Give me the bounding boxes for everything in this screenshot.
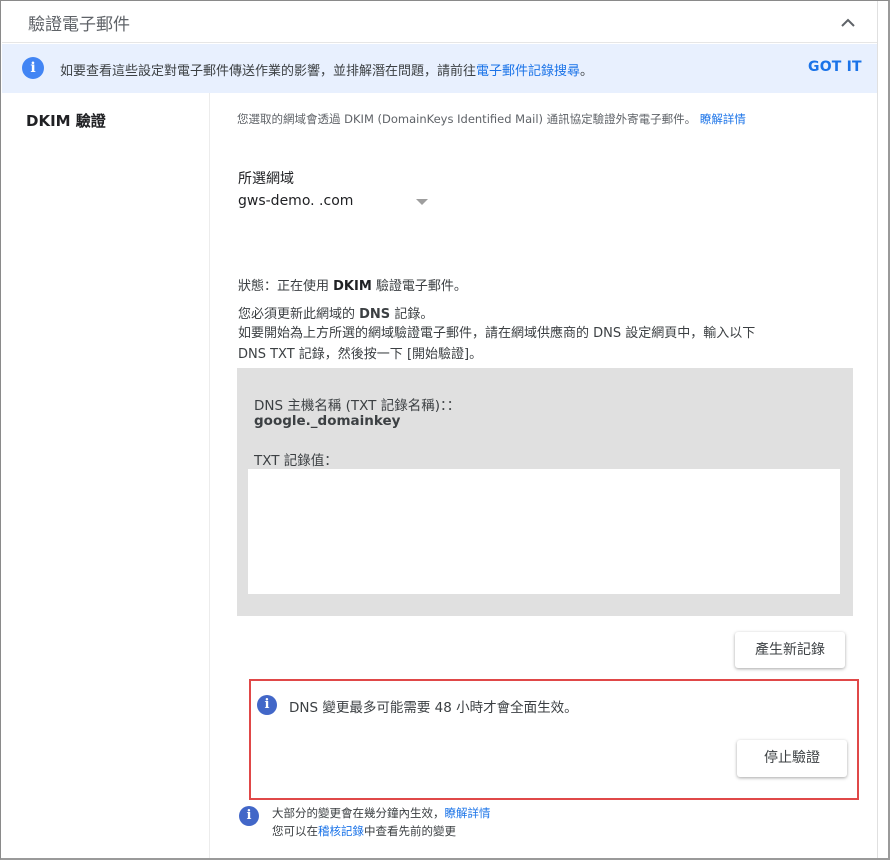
footer-line1-text: 大部分的變更會在幾分鐘內生效， [272, 806, 445, 820]
must-prefix: 您必須更新此網域的 [238, 307, 360, 322]
status-suffix: 驗證電子郵件。 [371, 279, 467, 294]
dns-notice-box: i DNS 變更最多可能需要 48 小時才會全面生效。 停止驗證 [249, 679, 859, 800]
info-icon: i [239, 806, 259, 826]
domain-dropdown[interactable]: gws-demo. .com [238, 193, 438, 215]
status-prefix: 狀態：正在使用 [238, 279, 334, 294]
generate-new-record-button[interactable]: 產生新記錄 [735, 632, 845, 668]
must-update-text: 您必須更新此網域的 DNS 記錄。 [238, 303, 433, 322]
dns-propagation-notice: DNS 變更最多可能需要 48 小時才會全面生效。 [289, 700, 578, 716]
txt-record-label: TXT 記錄值： [254, 453, 338, 469]
footer-audit-note: 您可以在稽核記錄中查看先前的變更 [272, 823, 456, 839]
description-text: 您選取的網域會透過 DKIM (DomainKeys Identified Ma… [237, 112, 697, 126]
dkim-status: 狀態：正在使用 DKIM 驗證電子郵件。 [238, 275, 467, 294]
section-title: 驗證電子郵件 [28, 15, 130, 35]
dkim-label: DKIM 驗證 [26, 112, 106, 130]
banner-text: 如要查看這些設定對電子郵件傳送作業的影響，並排解潛在問題，請前往 [60, 64, 477, 79]
got-it-button[interactable]: GOT IT [808, 59, 862, 75]
column-divider [209, 93, 210, 858]
must-suffix: 記錄。 [390, 307, 434, 322]
stop-authentication-button[interactable]: 停止驗證 [737, 740, 847, 777]
audit-log-link[interactable]: 稽核記錄 [318, 824, 364, 838]
must-bold: DNS [359, 307, 391, 322]
domain-value: gws-demo. .com [238, 193, 354, 209]
dns-host-value[interactable]: google._domainkey [254, 413, 400, 429]
learn-more-link[interactable]: 瞭解詳情 [700, 112, 746, 126]
section-header[interactable]: 驗證電子郵件 [2, 1, 877, 43]
footer-changes-note: 大部分的變更會在幾分鐘內生效，瞭解詳情 [272, 805, 491, 821]
dkim-description: 您選取的網域會透過 DKIM (DomainKeys Identified Ma… [237, 111, 746, 127]
banner-suffix: 。 [580, 64, 594, 79]
footer-line2-suffix: 中查看先前的變更 [364, 824, 456, 838]
info-banner: i 如要查看這些設定對電子郵件傳送作業的影響，並排解潛在問題，請前往電子郵件記錄… [2, 44, 877, 93]
instruction-line-2: DNS TXT 記錄，然後按一下 [開始驗證]。 [238, 347, 483, 362]
dns-host-label: DNS 主機名稱 (TXT 記錄名稱)：： [254, 398, 461, 414]
chevron-up-icon[interactable] [838, 13, 858, 33]
txt-record-value[interactable] [248, 469, 840, 594]
dropdown-arrow-icon [416, 199, 428, 205]
info-icon: i [257, 695, 277, 715]
instruction-line-1: 如要開始為上方所選的網域驗證電子郵件，請在網域供應商的 DNS 設定網頁中，輸入… [238, 326, 756, 341]
selected-domain-label: 所選網域 [238, 171, 294, 187]
banner-message: 如要查看這些設定對電子郵件傳送作業的影響，並排解潛在問題，請前往電子郵件記錄搜尋… [60, 60, 593, 79]
footer-line2-prefix: 您可以在 [272, 824, 318, 838]
dkim-settings-panel: 驗證電子郵件 i 如要查看這些設定對電子郵件傳送作業的影響，並排解潛在問題，請前… [0, 0, 890, 860]
status-bold: DKIM [333, 279, 372, 294]
footer-learn-more-link[interactable]: 瞭解詳情 [445, 806, 491, 820]
panel-edge [877, 1, 878, 858]
email-log-search-link[interactable]: 電子郵件記錄搜尋 [476, 64, 580, 79]
info-icon: i [22, 57, 44, 79]
dns-record-box: DNS 主機名稱 (TXT 記錄名稱)：： google._domainkey … [237, 368, 853, 616]
